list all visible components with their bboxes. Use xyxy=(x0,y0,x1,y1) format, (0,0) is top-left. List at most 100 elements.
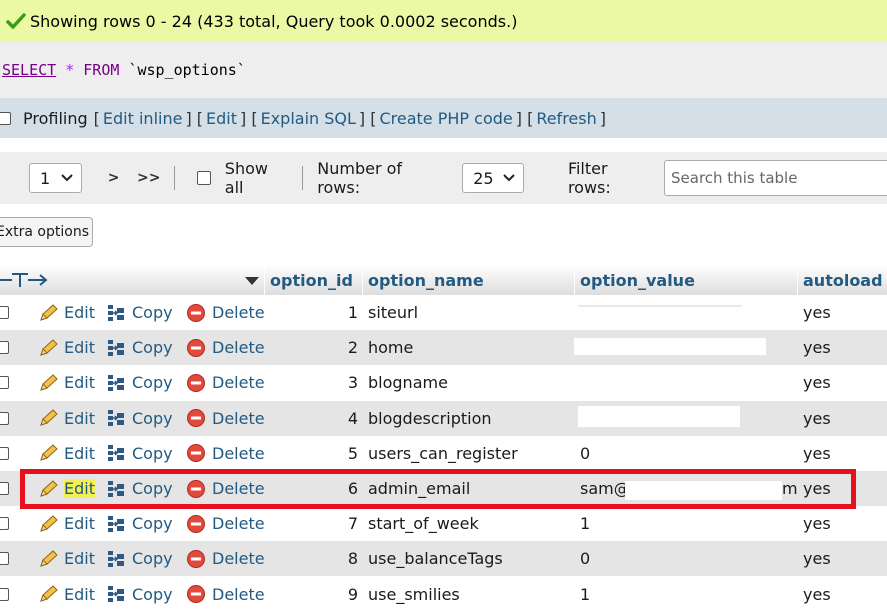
edit-label: Edit xyxy=(64,443,95,463)
delete-icon xyxy=(187,479,205,498)
copy-row-button[interactable]: Copy xyxy=(106,401,173,436)
edit-row-button[interactable]: Edit xyxy=(38,506,95,541)
delete-row-button[interactable]: Delete xyxy=(186,506,265,541)
sql-query-box: SELECT * FROM `wsp_options` xyxy=(0,42,887,98)
edit-row-button[interactable]: Edit xyxy=(38,541,95,576)
page-select[interactable]: 1 xyxy=(29,163,83,193)
row-checkbox[interactable] xyxy=(0,341,9,355)
delete-row-button[interactable]: Delete xyxy=(186,436,265,471)
table-row[interactable]: Edit Copy Delete 4 blogdescription yes xyxy=(0,400,887,436)
option-id-cell: 3 xyxy=(347,373,358,393)
delete-row-button[interactable]: Delete xyxy=(186,401,265,436)
delete-row-button[interactable]: Delete xyxy=(186,471,265,506)
delete-row-button[interactable]: Delete xyxy=(186,541,265,576)
delete-row-button[interactable]: Delete xyxy=(186,330,265,365)
extra-options-button[interactable]: Extra options xyxy=(0,217,93,247)
row-checkbox[interactable] xyxy=(0,587,9,601)
divider xyxy=(302,166,304,190)
copy-row-button[interactable]: Copy xyxy=(106,506,173,541)
table-header: option_id option_name option_value autol… xyxy=(0,265,887,296)
show-all-checkbox[interactable] xyxy=(197,171,211,185)
edit-row-button[interactable]: Edit xyxy=(38,401,95,436)
copy-row-button[interactable]: Copy xyxy=(106,365,173,400)
delete-row-button[interactable]: Delete xyxy=(186,365,265,400)
pencil-icon xyxy=(40,514,58,532)
option-name-cell: blogname xyxy=(368,373,448,393)
copy-label: Copy xyxy=(132,584,173,604)
filter-rows-field[interactable] xyxy=(664,160,887,196)
sql-star: * xyxy=(65,61,75,79)
column-header-option-id[interactable]: option_id xyxy=(270,265,353,295)
column-header-autoload[interactable]: autoload xyxy=(803,265,883,295)
copy-icon xyxy=(108,515,124,532)
edit-row-button[interactable]: Edit xyxy=(38,330,95,365)
row-checkbox[interactable] xyxy=(0,411,9,425)
table-row[interactable]: Edit Copy Delete 8 use_balanceTags 0 yes xyxy=(0,541,887,577)
copy-row-button[interactable]: Copy xyxy=(106,541,173,576)
row-checkbox[interactable] xyxy=(0,552,9,566)
sort-triangle-icon[interactable] xyxy=(244,276,260,286)
bracket: [ xyxy=(93,108,100,128)
profiling-checkbox[interactable] xyxy=(0,111,11,125)
row-checkbox[interactable] xyxy=(0,376,9,390)
copy-row-button[interactable]: Copy xyxy=(106,295,173,330)
next-page-button[interactable]: > xyxy=(102,170,125,186)
pencil-icon xyxy=(40,444,58,462)
sql-select-keyword[interactable]: SELECT xyxy=(2,61,56,79)
copy-row-button[interactable]: Copy xyxy=(106,471,173,506)
copy-icon xyxy=(108,586,124,603)
edit-label: Edit xyxy=(64,479,95,498)
filter-rows-label: Filter rows: xyxy=(567,159,611,197)
create-php-code-link[interactable]: Create PHP code xyxy=(379,109,512,128)
table-row[interactable]: Edit Copy Delete 5 users_can_register 0 yes xyxy=(0,435,887,471)
autoload-cell: yes xyxy=(803,479,831,498)
edit-row-button[interactable]: Edit xyxy=(38,436,95,471)
delete-label: Delete xyxy=(212,549,265,569)
edit-row-button[interactable]: Edit xyxy=(38,471,95,506)
autoload-cell: yes xyxy=(803,408,831,428)
delete-icon xyxy=(187,444,205,463)
edit-label: Edit xyxy=(64,408,95,428)
delete-icon xyxy=(187,549,205,568)
option-id-cell: 7 xyxy=(347,514,358,534)
autoload-cell: yes xyxy=(803,303,831,322)
delete-label: Delete xyxy=(212,514,265,534)
table-row[interactable]: Edit Copy Delete 3 blogname yes xyxy=(0,365,887,401)
filter-rows-input[interactable] xyxy=(665,161,887,195)
copy-row-button[interactable]: Copy xyxy=(106,436,173,471)
edit-row-button[interactable]: Edit xyxy=(38,365,95,400)
rows-count-select[interactable]: 25 xyxy=(462,163,524,193)
sql-table-name: `wsp_options` xyxy=(128,61,246,79)
option-name-cell: start_of_week xyxy=(368,514,479,534)
column-divider xyxy=(264,265,265,295)
column-arrows-icon[interactable] xyxy=(0,272,54,288)
delete-label: Delete xyxy=(212,338,265,358)
refresh-link[interactable]: Refresh xyxy=(536,109,596,128)
delete-row-button[interactable]: Delete xyxy=(186,577,265,612)
edit-row-button[interactable]: Edit xyxy=(38,295,95,330)
copy-icon xyxy=(108,445,124,462)
table-row[interactable]: Edit Copy Delete 9 use_smilies 1 yes xyxy=(0,576,887,612)
column-header-option-value[interactable]: option_value xyxy=(580,265,695,295)
edit-row-button[interactable]: Edit xyxy=(38,577,95,612)
explain-sql-link[interactable]: Explain SQL xyxy=(261,109,356,128)
row-checkbox[interactable] xyxy=(0,446,9,460)
edit-inline-link[interactable]: Edit inline xyxy=(103,109,183,128)
copy-row-button[interactable]: Copy xyxy=(106,330,173,365)
redaction-block xyxy=(578,373,688,393)
row-checkbox[interactable] xyxy=(0,517,9,531)
show-all-label: Show all xyxy=(224,159,268,197)
last-page-button[interactable]: >> xyxy=(137,170,160,186)
pencil-icon xyxy=(40,409,58,426)
copy-label: Copy xyxy=(132,443,173,463)
row-checkbox[interactable] xyxy=(0,306,9,319)
row-checkbox[interactable] xyxy=(0,482,9,495)
bracket: ] [ xyxy=(240,108,258,128)
table-row[interactable]: Edit Copy Delete 1 siteurl yes xyxy=(0,295,887,330)
edit-query-link[interactable]: Edit xyxy=(206,109,237,128)
table-row[interactable]: Edit Copy Delete 7 start_of_week 1 yes xyxy=(0,506,887,542)
column-header-option-name[interactable]: option_name xyxy=(368,265,484,295)
option-id-cell: 2 xyxy=(347,338,358,358)
delete-row-button[interactable]: Delete xyxy=(186,295,265,330)
copy-row-button[interactable]: Copy xyxy=(106,577,173,612)
